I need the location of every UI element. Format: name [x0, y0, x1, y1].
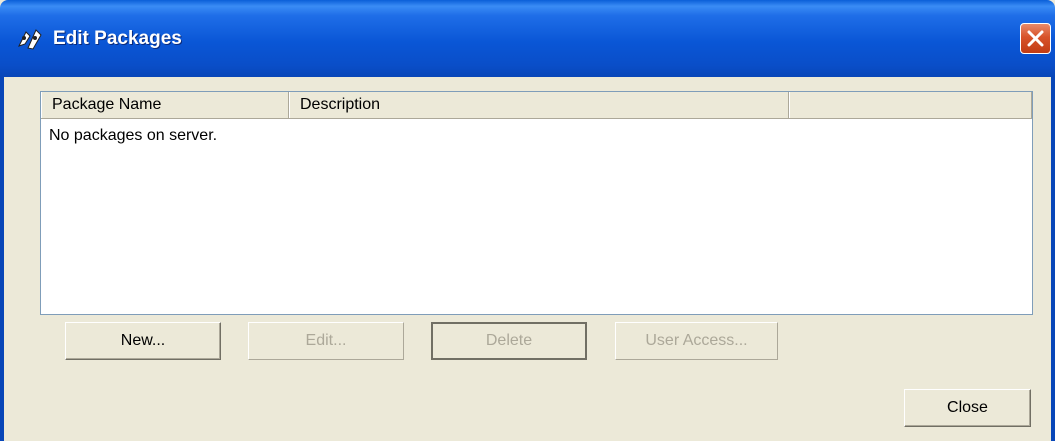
- new-button[interactable]: New...: [65, 322, 221, 360]
- edit-button[interactable]: Edit...: [248, 322, 404, 360]
- delete-button[interactable]: Delete: [431, 322, 587, 360]
- column-header-package-name[interactable]: Package Name: [41, 92, 289, 118]
- column-header-empty[interactable]: [789, 92, 1032, 118]
- window-frame-right: [1051, 77, 1055, 441]
- window-frame-left: [0, 77, 4, 441]
- close-button[interactable]: Close: [904, 389, 1031, 427]
- title-bar[interactable]: Edit Packages: [0, 0, 1055, 77]
- packages-list[interactable]: Package Name Description No packages on …: [40, 91, 1033, 315]
- packages-app-icon: [16, 26, 46, 52]
- user-access-button[interactable]: User Access...: [615, 322, 778, 360]
- empty-list-message: No packages on server.: [49, 127, 218, 144]
- close-icon: [1027, 30, 1044, 47]
- column-header-description[interactable]: Description: [289, 92, 789, 118]
- close-window-button[interactable]: [1020, 23, 1051, 54]
- edit-packages-dialog: Edit Packages Package Name Description N…: [0, 0, 1055, 441]
- list-header: Package Name Description: [41, 92, 1032, 119]
- window-title: Edit Packages: [53, 28, 182, 49]
